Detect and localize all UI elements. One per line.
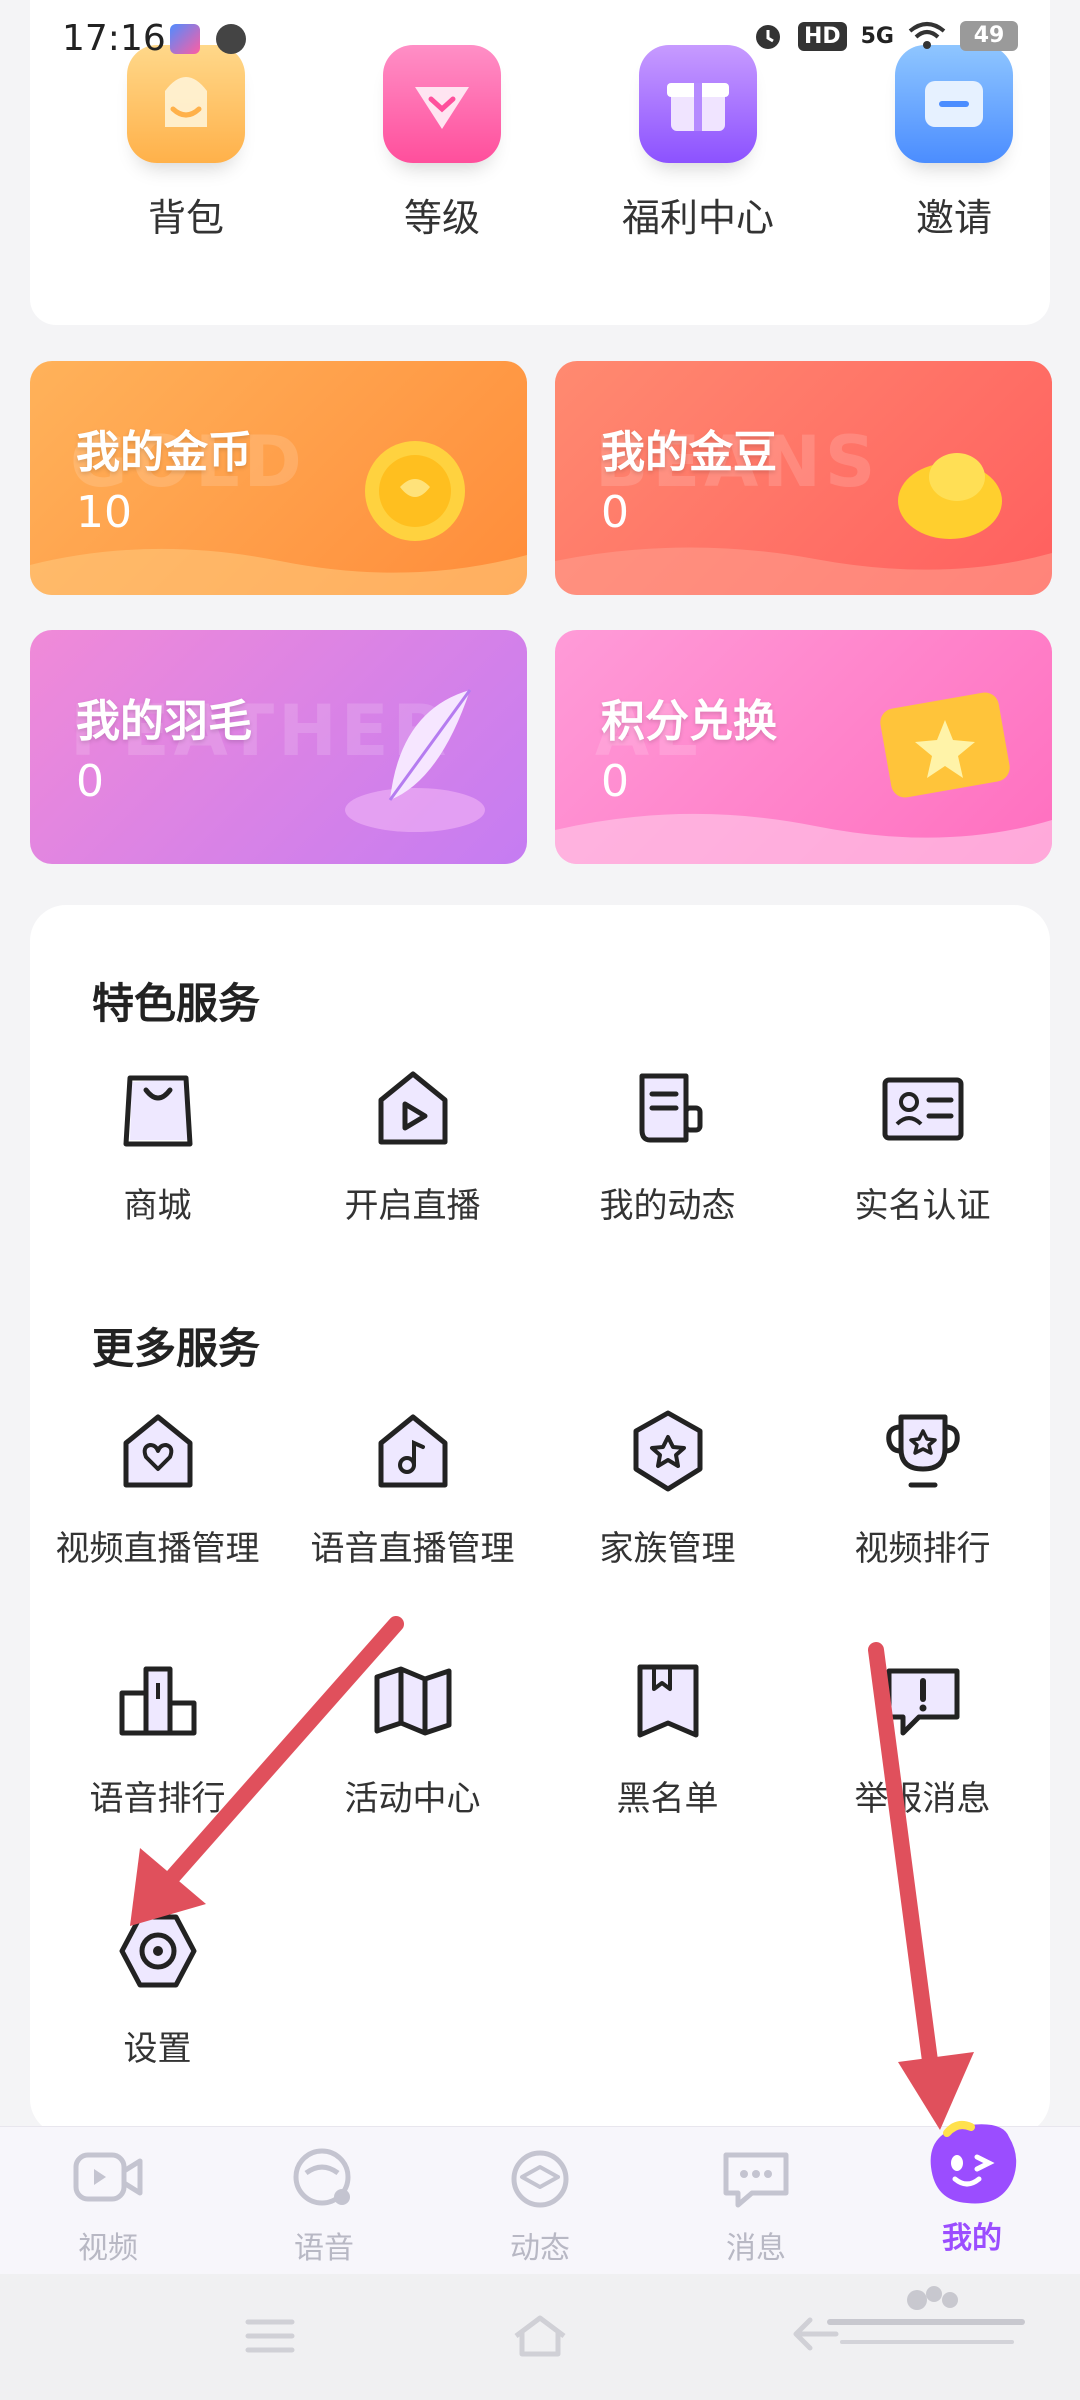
app-notification-icon	[170, 24, 200, 54]
mall-button[interactable]: 商城	[30, 1060, 285, 1227]
voice-live-manage-icon	[365, 1403, 461, 1499]
tab-label: 消息	[726, 2231, 786, 2266]
card-value: 10	[76, 487, 132, 538]
quick-action-label: 等级	[403, 196, 480, 240]
service-label: 黑名单	[616, 1779, 719, 1819]
settings-icon	[110, 1903, 206, 1999]
service-label: 家族管理	[599, 1529, 736, 1569]
bottom-nav: 视频 语音 动态 消息 我的	[0, 2121, 1080, 2275]
card-title: 积分兑换	[601, 696, 777, 747]
voice-ranking-button[interactable]: 语音排行	[30, 1653, 285, 1820]
bookmark-icon	[620, 1653, 716, 1749]
report-icon	[875, 1653, 971, 1749]
baidu-watermark-logo	[827, 2286, 1025, 2344]
service-label: 视频直播管理	[55, 1529, 260, 1569]
quick-action-label: 背包	[147, 196, 224, 240]
video-tab-icon	[72, 2147, 144, 2209]
shopping-bag-icon	[110, 1060, 206, 1156]
card-title: 我的金币	[76, 427, 252, 478]
podium-icon	[110, 1653, 206, 1749]
voice-live-manage-button[interactable]: 语音直播管理	[285, 1403, 540, 1570]
trophy-icon	[875, 1403, 971, 1499]
family-icon	[620, 1403, 716, 1499]
map-icon	[365, 1653, 461, 1749]
card-value: 0	[601, 487, 629, 538]
feather-icon	[345, 689, 485, 832]
activity-center-button[interactable]: 活动中心	[285, 1653, 540, 1820]
status-right: HD 5G 49	[752, 20, 1018, 52]
tab-label: 视频	[78, 2231, 138, 2266]
service-label: 实名认证	[854, 1186, 991, 1226]
tab-messages[interactable]: 消息	[696, 2147, 816, 2267]
service-label: 活动中心	[344, 1779, 481, 1819]
voice-tab-icon	[288, 2147, 360, 2209]
tab-moments[interactable]: 动态	[480, 2147, 600, 2267]
tab-label: 我的	[942, 2221, 1002, 2256]
system-nav-bar	[0, 2274, 1080, 2400]
wave-decoration	[555, 547, 1052, 595]
service-label: 我的动态	[599, 1186, 736, 1226]
menu-icon[interactable]	[244, 2314, 296, 2358]
services-card: 特色服务 商城 开启直播 我的动态 实名认证 更多服务 视频直播管理 语音直播管…	[30, 905, 1050, 2135]
start-live-button[interactable]: 开启直播	[285, 1060, 540, 1227]
points-exchange-card[interactable]: AL 积分兑换 0	[555, 630, 1052, 864]
video-live-manage-button[interactable]: 视频直播管理	[30, 1403, 285, 1570]
more-services-title: 更多服务	[92, 1324, 261, 1373]
tab-me[interactable]: 我的	[912, 2117, 1032, 2257]
tab-label: 语音	[294, 2231, 354, 2266]
tab-video[interactable]: 视频	[48, 2147, 168, 2267]
tab-voice[interactable]: 语音	[264, 2147, 384, 2267]
moments-tab-icon	[504, 2147, 576, 2209]
quick-action-label: 福利中心	[621, 196, 774, 240]
card-value: 0	[76, 756, 104, 807]
wifi-icon	[908, 22, 946, 49]
tab-label: 动态	[510, 2231, 570, 2266]
live-play-icon	[365, 1060, 461, 1156]
wave-decoration	[555, 813, 1052, 864]
card-value: 0	[601, 756, 629, 807]
report-message-button[interactable]: 举报消息	[795, 1653, 1050, 1820]
home-icon[interactable]	[512, 2314, 568, 2358]
family-manage-button[interactable]: 家族管理	[540, 1403, 795, 1570]
video-ranking-button[interactable]: 视频排行	[795, 1403, 1050, 1570]
card-title: 我的金豆	[601, 427, 777, 478]
status-bar: 17:16 HD 5G 49	[0, 0, 1080, 80]
video-live-manage-icon	[110, 1403, 206, 1499]
compass-icon	[216, 24, 246, 54]
real-name-auth-button[interactable]: 实名认证	[795, 1060, 1050, 1227]
message-tab-icon	[720, 2147, 792, 2209]
quick-action-label: 邀请	[915, 196, 992, 240]
hd-badge: HD	[797, 21, 847, 51]
alarm-icon	[755, 25, 780, 49]
id-card-icon	[875, 1060, 971, 1156]
service-label: 视频排行	[854, 1529, 991, 1569]
my-moments-button[interactable]: 我的动态	[540, 1060, 795, 1227]
featured-services-title: 特色服务	[92, 979, 261, 1028]
service-label: 设置	[123, 2029, 192, 2069]
feather-card[interactable]: FEATHER 我的羽毛 0	[30, 630, 527, 864]
battery-indicator: 49	[960, 21, 1018, 51]
service-label: 语音排行	[89, 1779, 226, 1819]
service-label: 举报消息	[854, 1779, 991, 1819]
blacklist-button[interactable]: 黑名单	[540, 1653, 795, 1820]
service-label: 开启直播	[344, 1186, 481, 1226]
me-tab-icon	[917, 2117, 1027, 2209]
service-label: 语音直播管理	[310, 1529, 515, 1569]
settings-button[interactable]: 设置	[30, 1903, 285, 2070]
service-label: 商城	[123, 1186, 192, 1226]
gold-coin-card[interactable]: GOLD 我的金币 10	[30, 361, 527, 595]
network-label: 5G	[860, 23, 894, 49]
moments-icon	[620, 1060, 716, 1156]
gold-bean-card[interactable]: BEANS 我的金豆 0	[555, 361, 1052, 595]
card-title: 我的羽毛	[76, 696, 252, 747]
status-time: 17:16	[62, 18, 166, 59]
